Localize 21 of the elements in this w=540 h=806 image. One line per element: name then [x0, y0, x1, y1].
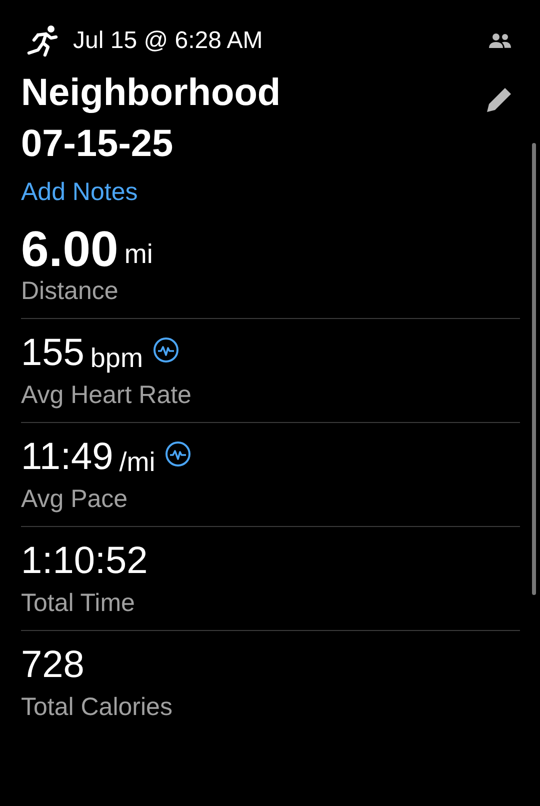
stat-label: Total Time	[21, 589, 136, 618]
chart-icon[interactable]	[165, 441, 192, 467]
stat-unit: bpm	[90, 342, 143, 374]
chart-icon[interactable]	[152, 337, 179, 363]
activity-title: Neighborhood 07-15-25	[21, 71, 282, 167]
add-notes-link[interactable]: Add Notes	[21, 178, 138, 207]
stat-value: 11:49	[21, 435, 114, 479]
edit-icon[interactable]	[485, 86, 513, 114]
stat-value: 6.00	[21, 227, 118, 271]
stat-unit: /mi	[119, 446, 156, 478]
stat-label: Avg Heart Rate	[21, 381, 192, 410]
stat-label: Total Calories	[21, 693, 174, 722]
stat-label: Distance	[21, 277, 120, 306]
stat-value: 728	[21, 643, 84, 687]
stat-value: 155	[21, 331, 84, 375]
stat-unit: mi	[124, 238, 153, 270]
activity-datetime: Jul 15 @ 6:28 AM	[73, 27, 264, 55]
scrollbar[interactable]	[532, 143, 536, 595]
stat-value: 1:10:52	[21, 539, 148, 583]
stat-label: Avg Pace	[21, 485, 129, 514]
runner-icon	[25, 24, 59, 58]
